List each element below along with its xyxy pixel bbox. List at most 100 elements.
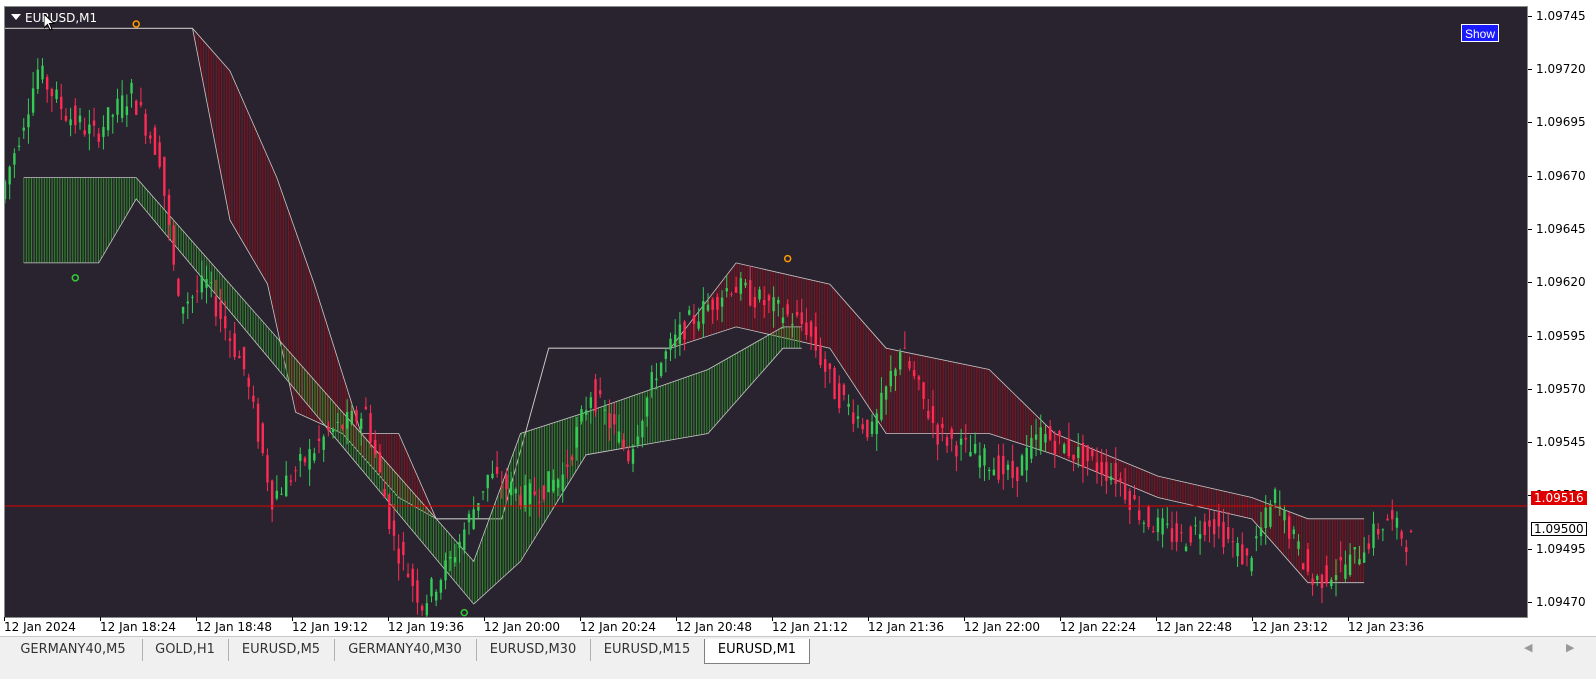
candle-body <box>1367 543 1371 550</box>
tab-eurusd-m15[interactable]: EURUSD,M15 <box>590 639 705 661</box>
chart-plot-area[interactable]: EURUSD,M1 Show <box>4 6 1528 618</box>
candle-body <box>1123 483 1127 500</box>
candle-body <box>472 509 475 529</box>
candle-body <box>1386 518 1389 521</box>
candle-body <box>645 397 649 417</box>
candle-body <box>1264 507 1267 529</box>
candle-body <box>1086 445 1089 462</box>
candle-body <box>22 127 25 131</box>
candle-body <box>1095 462 1099 472</box>
candle-body <box>955 445 958 457</box>
candle-body <box>819 345 822 366</box>
candle-body <box>847 403 850 407</box>
candle-body <box>748 280 752 306</box>
candle-body <box>856 416 860 419</box>
chart-window[interactable]: EURUSD,M1 Show 1.09745 1.09720 1.09695 1.09… <box>0 0 1596 648</box>
candle-body <box>495 466 499 474</box>
candle-body <box>69 119 72 126</box>
candle-body <box>908 360 911 369</box>
candle-body <box>1011 460 1014 478</box>
candle-body <box>1020 455 1024 476</box>
candle-body <box>1100 462 1103 475</box>
candle-body <box>814 326 817 351</box>
time-tick-label: 12 Jan 22:24 <box>1060 617 1136 634</box>
candle-body <box>280 493 283 495</box>
candle-body <box>1306 549 1310 572</box>
tab-germany40-m5[interactable]: GERMANY40,M5 <box>4 639 143 661</box>
candle-body <box>383 488 386 498</box>
candle-body <box>83 130 86 135</box>
candle-body <box>992 469 996 476</box>
candle-body <box>528 483 532 505</box>
candle-body <box>1166 523 1169 525</box>
candle-body <box>514 488 518 494</box>
candle-body <box>1072 454 1075 460</box>
candle-body <box>1302 563 1305 570</box>
candle-body <box>650 372 653 390</box>
candle-body <box>252 395 255 402</box>
scroll-right-icon[interactable]: ▶ <box>1566 641 1574 654</box>
candle-body <box>809 321 813 337</box>
candle-body <box>78 115 82 123</box>
candle-body <box>833 368 836 400</box>
candle-body <box>294 470 297 472</box>
candle-body <box>31 88 35 113</box>
time-tick-label: 12 Jan 19:36 <box>388 617 464 634</box>
candle-body <box>1030 437 1033 459</box>
candle-body <box>913 370 916 377</box>
time-axis[interactable]: 12 Jan 2024 12 Jan 18:24 12 Jan 18:48 12 Ja… <box>0 617 1528 638</box>
candle-body <box>50 88 54 97</box>
tab-gold-h1[interactable]: GOLD,H1 <box>142 639 229 661</box>
candle-body <box>1212 519 1216 535</box>
candle-body <box>88 124 91 134</box>
candle-body <box>1320 574 1324 589</box>
candle-body <box>228 338 232 341</box>
tab-germany40-m30[interactable]: GERMANY40,M30 <box>334 639 477 661</box>
collapse-triangle-icon[interactable] <box>11 14 21 20</box>
candle-body <box>706 304 710 311</box>
candle-body <box>359 418 363 429</box>
candle-body <box>509 481 513 496</box>
candle-body <box>767 295 771 301</box>
tab-eurusd-m30[interactable]: EURUSD,M30 <box>476 639 591 661</box>
candle-body <box>210 282 213 284</box>
candle-body <box>538 501 541 503</box>
candle-body <box>153 127 157 155</box>
candle-body <box>763 299 766 306</box>
candle-body <box>1062 444 1066 453</box>
candle-body <box>27 114 30 128</box>
show-button[interactable]: Show <box>1461 24 1499 42</box>
candle-body <box>1259 527 1263 537</box>
candle-body <box>275 490 279 499</box>
candle-body <box>467 513 471 523</box>
scroll-left-icon[interactable]: ◀ <box>1524 641 1532 654</box>
candle-body <box>608 413 611 429</box>
candle-body <box>1391 510 1394 520</box>
candle-body <box>1405 547 1408 553</box>
candle-body <box>416 580 419 603</box>
candle-body <box>402 541 405 556</box>
candle-body <box>1409 530 1413 533</box>
candle-body <box>838 383 841 409</box>
tab-eurusd-m1[interactable]: EURUSD,M1 <box>704 639 810 664</box>
signal-marker-high <box>783 254 792 263</box>
candle-body <box>1048 426 1052 440</box>
tab-eurusd-m5[interactable]: EURUSD,M5 <box>228 639 335 661</box>
candle-body <box>552 479 555 492</box>
time-tick-label: 12 Jan 20:24 <box>580 617 656 634</box>
candle-body <box>261 423 264 454</box>
candle-body <box>167 194 171 225</box>
price-chart-svg[interactable] <box>5 7 1528 618</box>
candle-body <box>880 392 883 420</box>
candle-body <box>613 414 616 425</box>
candle-body <box>350 410 354 425</box>
candle-body <box>1311 578 1314 585</box>
candle-body <box>1077 446 1080 458</box>
candle-body <box>1203 521 1206 536</box>
candle-body <box>1330 579 1333 587</box>
candle-body <box>1334 575 1338 580</box>
candle-body <box>1292 529 1296 535</box>
candle-body <box>41 65 44 80</box>
candle-body <box>1142 522 1146 524</box>
candle-body <box>861 424 864 430</box>
